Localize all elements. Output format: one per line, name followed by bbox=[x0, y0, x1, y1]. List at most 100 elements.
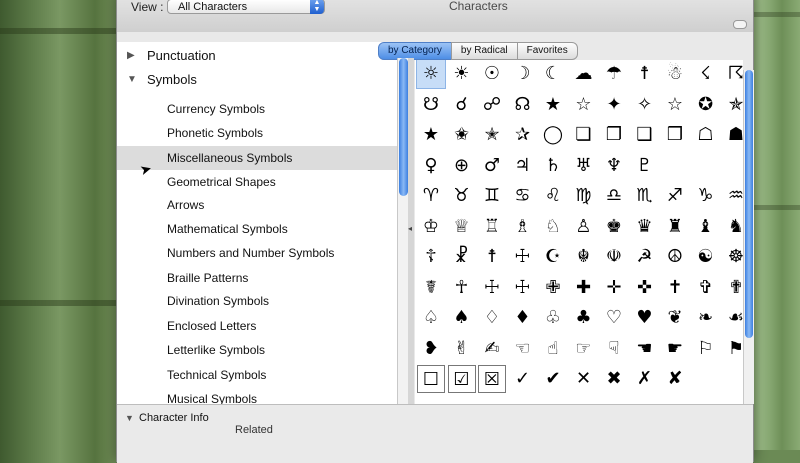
character-cell[interactable]: ☞ bbox=[570, 335, 598, 363]
grid-scrollbar[interactable] bbox=[743, 70, 754, 404]
character-cell[interactable]: ⚐ bbox=[692, 335, 720, 363]
character-cell[interactable]: ✦ bbox=[600, 91, 628, 119]
character-cell[interactable] bbox=[692, 152, 720, 180]
character-cell[interactable]: ❦ bbox=[661, 304, 689, 332]
tab-by-radical[interactable]: by Radical bbox=[450, 42, 518, 60]
character-cell[interactable]: ☯ bbox=[692, 243, 720, 271]
character-cell[interactable]: ✍ bbox=[478, 335, 506, 363]
character-cell[interactable]: ♏ bbox=[631, 182, 659, 210]
pane-splitter[interactable]: ◂ bbox=[408, 58, 414, 404]
character-cell[interactable]: ☜ bbox=[509, 335, 537, 363]
character-cell[interactable]: ☦ bbox=[417, 243, 445, 271]
character-cell[interactable]: ♝ bbox=[692, 213, 720, 241]
category-item[interactable]: Enclosed Letters bbox=[117, 314, 397, 338]
category-item[interactable]: Currency Symbols bbox=[117, 97, 397, 121]
character-cell[interactable]: ✗ bbox=[631, 365, 659, 393]
character-cell[interactable]: ♄ bbox=[539, 152, 567, 180]
character-cell[interactable]: ☛ bbox=[661, 335, 689, 363]
character-cell[interactable]: ☥ bbox=[448, 274, 476, 302]
character-cell[interactable]: ♉ bbox=[448, 182, 476, 210]
character-cell[interactable]: ♋ bbox=[509, 182, 537, 210]
character-cell[interactable]: ♧ bbox=[539, 304, 567, 332]
view-select[interactable]: All Characters ▲ ▼ bbox=[167, 0, 325, 14]
character-cell[interactable]: ❧ bbox=[692, 304, 720, 332]
character-cell[interactable]: ♔ bbox=[417, 213, 445, 241]
character-cell[interactable]: ✞ bbox=[692, 274, 720, 302]
character-cell[interactable]: ♖ bbox=[478, 213, 506, 241]
character-cell[interactable]: ♗ bbox=[509, 213, 537, 241]
category-item[interactable]: Phonetic Symbols bbox=[117, 121, 397, 145]
tab-favorites[interactable]: Favorites bbox=[516, 42, 578, 60]
character-cell[interactable]: ☆ bbox=[661, 91, 689, 119]
character-cell[interactable]: ♅ bbox=[570, 152, 598, 180]
character-cell[interactable]: ☪ bbox=[539, 243, 567, 271]
character-cell[interactable] bbox=[692, 365, 720, 393]
toolbar-toggle-button[interactable] bbox=[733, 20, 747, 29]
character-info-title[interactable]: Character Info bbox=[139, 412, 209, 424]
character-cell[interactable]: ☚ bbox=[631, 335, 659, 363]
character-cell[interactable]: ✰ bbox=[509, 121, 537, 149]
character-cell[interactable]: ♒ bbox=[722, 182, 743, 210]
character-cell[interactable]: ☭ bbox=[631, 243, 659, 271]
category-item[interactable]: ▼ Symbols bbox=[117, 68, 397, 92]
category-item[interactable]: Geometrical Shapes bbox=[117, 170, 397, 194]
character-cell[interactable]: ☍ bbox=[478, 91, 506, 119]
character-cell[interactable] bbox=[722, 152, 743, 180]
character-cell[interactable]: ☼ bbox=[416, 60, 446, 89]
tab-by-category[interactable]: by Category bbox=[378, 42, 452, 60]
character-cell[interactable]: ✯ bbox=[722, 91, 743, 119]
character-cell[interactable]: ♕ bbox=[448, 213, 476, 241]
category-item[interactable]: Divination Symbols bbox=[117, 289, 397, 313]
character-cell[interactable]: ☬ bbox=[570, 243, 598, 271]
character-cell[interactable]: ☩ bbox=[509, 243, 537, 271]
character-cell[interactable]: ♑ bbox=[692, 182, 720, 210]
character-cell[interactable]: ♀ bbox=[417, 152, 445, 180]
category-item[interactable]: ▶ Punctuation bbox=[117, 44, 397, 68]
character-cell[interactable]: ✧ bbox=[631, 91, 659, 119]
character-cell[interactable]: ☀ bbox=[448, 60, 476, 88]
character-cell[interactable]: ☁ bbox=[570, 60, 598, 88]
character-cell[interactable]: ✙ bbox=[539, 274, 567, 302]
character-cell[interactable]: ❏ bbox=[570, 121, 598, 149]
character-cell[interactable]: ◯ bbox=[539, 121, 567, 149]
category-item[interactable]: Letterlike Symbols bbox=[117, 338, 397, 362]
character-cell[interactable] bbox=[661, 152, 689, 180]
character-cell[interactable]: ✜ bbox=[631, 274, 659, 302]
character-cell[interactable]: ☝ bbox=[539, 335, 567, 363]
character-cell[interactable]: ♌ bbox=[539, 182, 567, 210]
character-cell[interactable]: ♎ bbox=[600, 182, 628, 210]
character-cell[interactable]: ♇ bbox=[631, 152, 659, 180]
character-cell[interactable]: ☃ bbox=[661, 60, 689, 88]
character-cell[interactable]: ♤ bbox=[417, 304, 445, 332]
character-cell[interactable]: ♜ bbox=[661, 213, 689, 241]
character-cell[interactable]: ✔ bbox=[539, 365, 567, 393]
character-cell[interactable]: ✭ bbox=[478, 121, 506, 149]
character-cell[interactable]: ✚ bbox=[570, 274, 598, 302]
character-cell[interactable]: ❥ bbox=[417, 335, 445, 363]
character-cell[interactable]: ☸ bbox=[722, 243, 743, 271]
character-cell[interactable]: ❑ bbox=[631, 121, 659, 149]
category-item[interactable]: Braille Patterns bbox=[117, 266, 397, 290]
character-cell[interactable]: ✟ bbox=[722, 274, 743, 302]
character-cell[interactable]: ✪ bbox=[692, 91, 720, 119]
character-cell[interactable]: ♊ bbox=[478, 182, 506, 210]
character-cell[interactable]: ✕ bbox=[570, 365, 598, 393]
character-cell[interactable]: ♣ bbox=[570, 304, 598, 332]
character-cell[interactable]: ☋ bbox=[417, 91, 445, 119]
character-cell[interactable]: ☊ bbox=[509, 91, 537, 119]
character-cell[interactable]: ☈ bbox=[722, 60, 743, 88]
character-cell[interactable] bbox=[722, 365, 743, 393]
character-cell[interactable]: ♡ bbox=[600, 304, 628, 332]
character-cell[interactable]: ☇ bbox=[692, 60, 720, 88]
character-cell[interactable]: ✝ bbox=[661, 274, 689, 302]
character-cell[interactable]: ★ bbox=[539, 91, 567, 119]
scrollbar-thumb[interactable] bbox=[399, 58, 408, 196]
character-cell[interactable]: ♥ bbox=[631, 304, 659, 332]
character-cell[interactable]: ☌ bbox=[448, 91, 476, 119]
category-item[interactable]: Mathematical Symbols bbox=[117, 217, 397, 241]
character-cell[interactable]: ♃ bbox=[509, 152, 537, 180]
character-cell[interactable]: ⚑ bbox=[722, 335, 743, 363]
disclosure-closed-icon[interactable]: ▶ bbox=[127, 44, 135, 68]
category-item[interactable]: Numbers and Number Symbols bbox=[117, 241, 397, 265]
character-cell[interactable]: ♂ bbox=[478, 152, 506, 180]
